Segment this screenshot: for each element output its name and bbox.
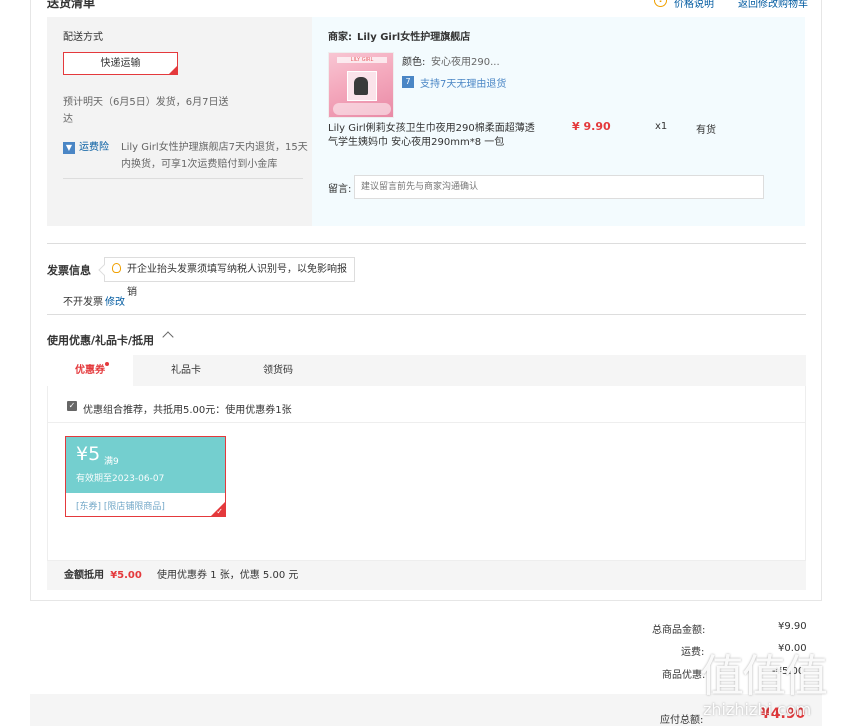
- express-delivery-button[interactable]: 快递运输: [63, 52, 178, 75]
- product-thumbnail[interactable]: LILY GIRL: [328, 52, 394, 118]
- product-name-line1[interactable]: Lily Girl俐莉女孩卫生巾夜用290棉柔面超薄透: [328, 119, 535, 134]
- total-goods-value: ¥9.90: [778, 621, 807, 632]
- selected-corner-icon: [169, 66, 177, 74]
- price-info-link[interactable]: 价格说明: [674, 0, 714, 10]
- invoice-section-label: 发票信息: [47, 264, 91, 277]
- shipping-method-label: 配送方式: [63, 32, 103, 43]
- return-policy-text[interactable]: 支持7天无理由退货: [420, 75, 506, 90]
- insurance-desc-line2: 内换货，可享1次运费赔付到小金库: [121, 159, 278, 170]
- shop-label: 商家:: [328, 32, 352, 43]
- product-price: ¥ 9.90: [572, 120, 611, 133]
- watermark-logo: 值值值: [700, 651, 828, 702]
- summary-amount: ¥5.00: [110, 570, 142, 581]
- product-name-line2[interactable]: 气学生姨妈巾 安心夜用290mm*8 一包: [328, 133, 504, 148]
- stock-status: 有货: [696, 125, 716, 136]
- tab-coupon[interactable]: 优惠券: [47, 355, 133, 386]
- summary-detail: 使用优惠券 1 张，优惠 5.00 元: [157, 570, 299, 581]
- insurance-desc-line1: Lily Girl女性护理旗舰店7天内退货，15天: [121, 142, 308, 153]
- coupon-condition: 满9: [104, 457, 119, 467]
- coupon-summary: 金额抵用 ¥5.00 使用优惠券 1 张，优惠 5.00 元: [47, 561, 806, 590]
- watermark-url: zhizhizhi.com: [703, 700, 812, 719]
- discount-section-label: 使用优惠/礼品卡/抵用: [47, 334, 155, 347]
- lightbulb-icon: [112, 263, 121, 273]
- coupon-amount: ¥5: [76, 443, 101, 465]
- color-label: 颜色:: [402, 57, 426, 68]
- shop-name[interactable]: Lily Girl女性护理旗舰店: [357, 28, 470, 43]
- memo-input[interactable]: [354, 175, 764, 199]
- new-dot-icon: [105, 362, 109, 366]
- insurance-icon: ▼: [63, 142, 75, 154]
- back-to-cart-link[interactable]: 返回修改购物车: [738, 0, 808, 10]
- coupon-validity: 有效期至2023-06-07: [76, 474, 165, 484]
- combo-recommend-text: 优惠组合推荐，共抵用5.00元：使用优惠券1张: [83, 405, 292, 416]
- invoice-status: 不开发票: [63, 297, 103, 308]
- goods-discount-label: 商品优惠:: [662, 670, 706, 681]
- discount-tabs: 优惠券 礼品卡 领货码: [47, 355, 806, 386]
- section-divider: [47, 243, 806, 244]
- delivery-estimate-line2: 达: [63, 114, 73, 125]
- combo-checkbox[interactable]: ✓: [67, 401, 77, 411]
- shipping-panel: [47, 17, 312, 226]
- express-delivery-label: 快递运输: [100, 58, 141, 69]
- coupon-scope: [东券] [限店铺限商品]: [76, 502, 165, 512]
- payable-label: 应付总额:: [660, 715, 704, 726]
- color-value: 安心夜用290...: [431, 57, 500, 68]
- invoice-edit-link[interactable]: 修改: [105, 293, 125, 308]
- tab-pickup-code[interactable]: 领货码: [233, 355, 323, 386]
- tab-gift-card[interactable]: 礼品卡: [143, 355, 229, 386]
- summary-label: 金额抵用: [64, 570, 104, 581]
- coupon-divider: [48, 422, 805, 423]
- invoice-tip: 开企业抬头发票须填写纳税人识别号，以免影响报销: [98, 257, 355, 298]
- section-divider: [47, 314, 806, 315]
- delivery-estimate-line1: 预计明天（6月5日）发货，6月7日送: [63, 97, 229, 108]
- total-goods-label: 总商品金额:: [652, 625, 706, 636]
- memo-label: 留言:: [328, 184, 352, 195]
- return-policy-icon: 7: [402, 76, 414, 88]
- check-icon: ✓: [216, 507, 223, 516]
- shipping-divider: [63, 178, 303, 179]
- insurance-label[interactable]: 运费险: [79, 139, 109, 156]
- coupon-card[interactable]: ¥5 满9 有效期至2023-06-07 [东券] [限店铺限商品] ✓: [65, 436, 226, 517]
- delivery-list-title: 送货清单: [47, 0, 96, 10]
- thumbnail-caption: LILY GIRL: [337, 57, 387, 63]
- product-quantity: x1: [655, 121, 668, 132]
